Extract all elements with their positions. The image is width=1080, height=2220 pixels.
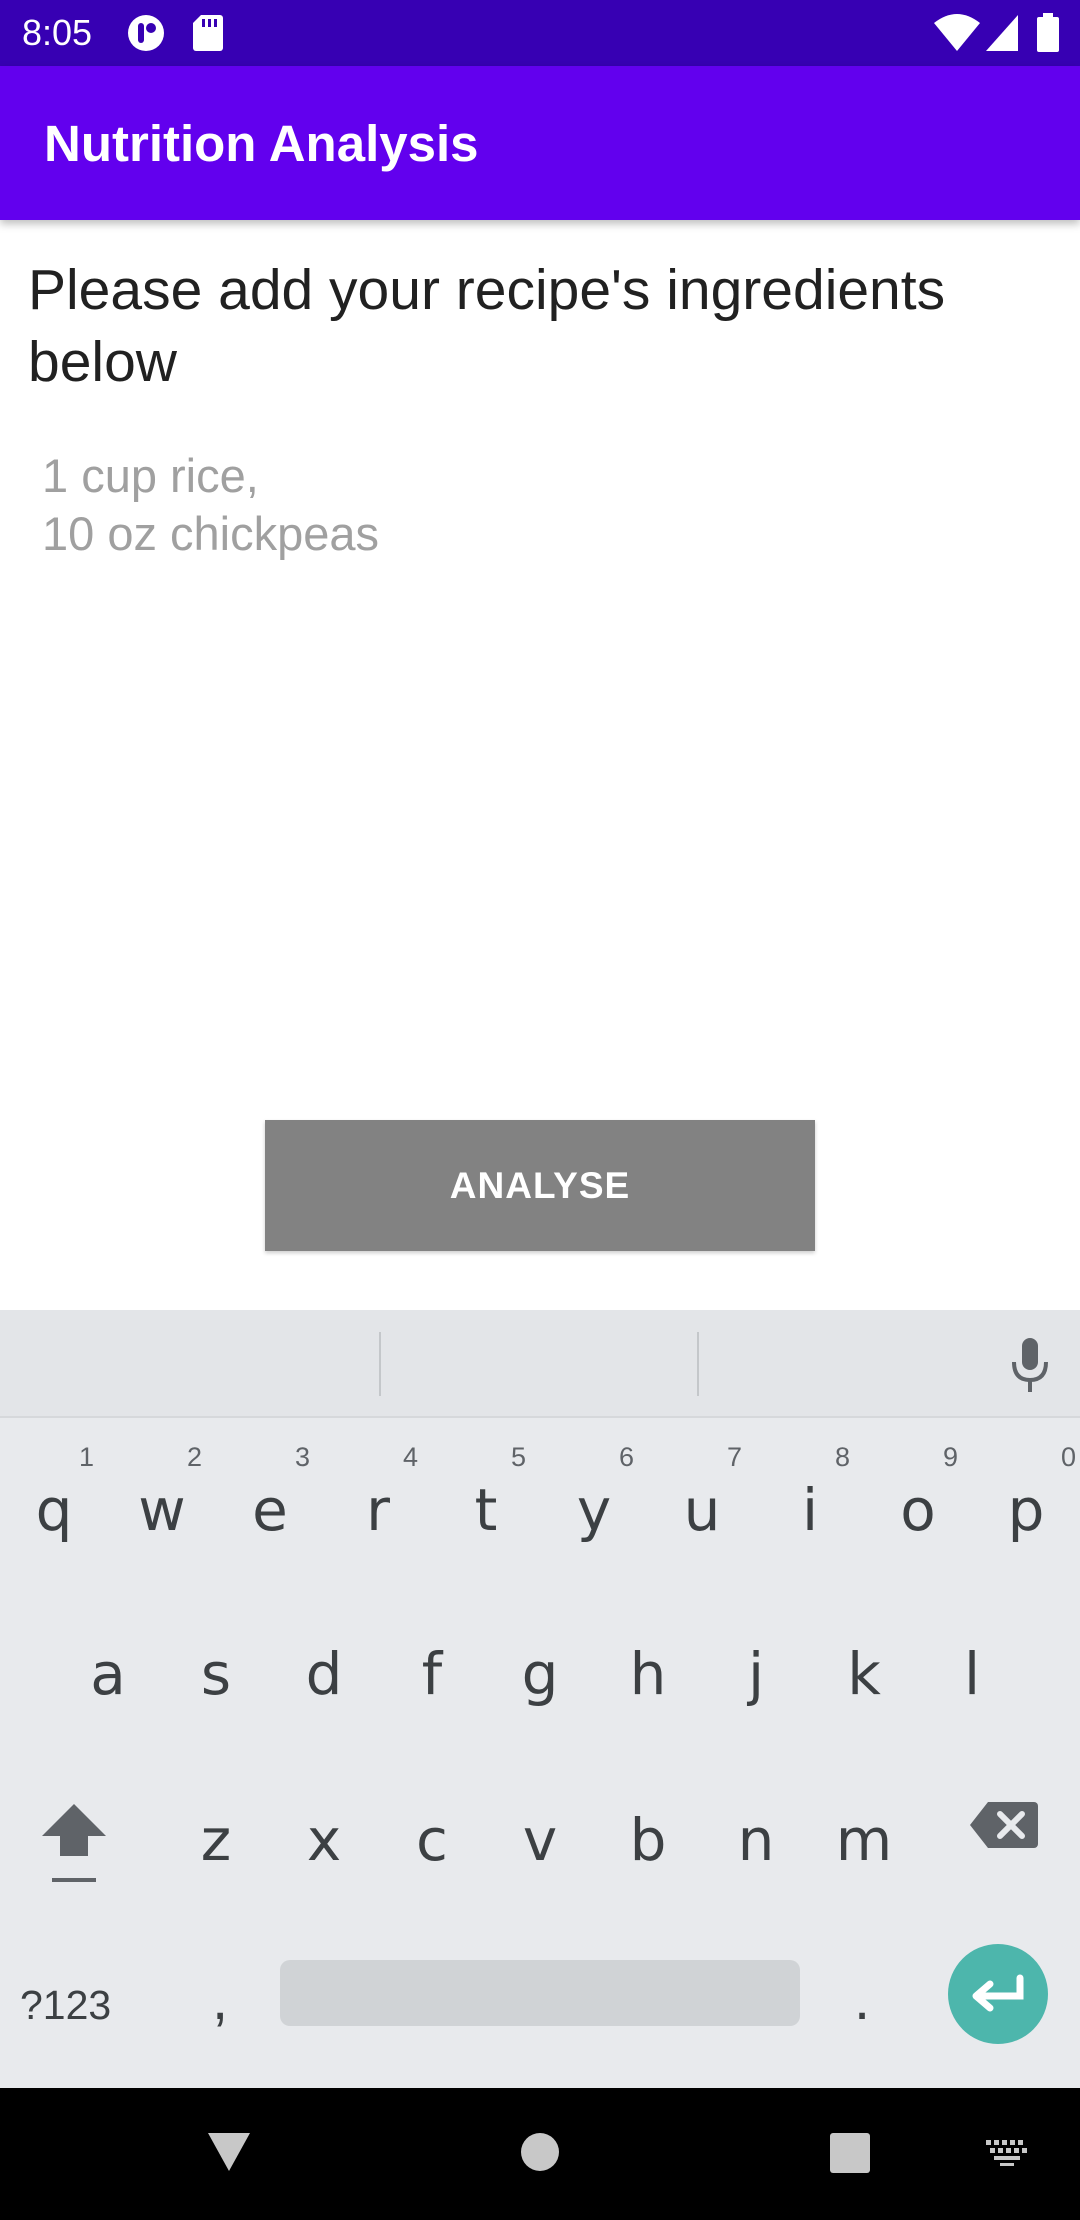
key-label: e	[252, 1476, 288, 1544]
key-label: o	[900, 1476, 936, 1544]
key-label: g	[521, 1640, 559, 1708]
key-label: z	[200, 1806, 232, 1874]
key-label: q	[35, 1476, 73, 1544]
key-p[interactable]: 0 p	[972, 1440, 1080, 1580]
key-label: i	[801, 1476, 819, 1544]
key-label: l	[963, 1640, 981, 1708]
key-label: s	[200, 1640, 232, 1708]
key-label: r	[366, 1476, 390, 1544]
wifi-icon	[934, 14, 980, 51]
key-o[interactable]: 9 o	[864, 1440, 972, 1580]
notification-app-icon	[128, 15, 164, 51]
recents-icon[interactable]	[829, 2132, 871, 2174]
suggestion-divider	[379, 1332, 381, 1396]
key-label: b	[629, 1806, 667, 1874]
key-label: a	[90, 1640, 126, 1708]
key-label: v	[522, 1806, 558, 1874]
key-g[interactable]: g	[486, 1604, 594, 1744]
key-q[interactable]: 1 q	[0, 1440, 108, 1580]
key-hint: 4	[402, 1442, 418, 1472]
key-a[interactable]: a	[54, 1604, 162, 1744]
navigation-bar	[0, 2088, 1080, 2220]
key-hint: 0	[1060, 1442, 1076, 1472]
shift-icon[interactable]	[38, 1800, 110, 1890]
app-bar: Nutrition Analysis	[0, 66, 1080, 220]
keyboard-switch-icon[interactable]	[984, 2138, 1030, 2168]
key-label: d	[305, 1640, 343, 1708]
soft-keyboard: 1 q 2 w 3 e 4 r 5 t 6 y 7 u 8 i 9 o 0 p …	[0, 1310, 1080, 2088]
symbols-key[interactable]: ?123	[20, 1960, 140, 2050]
key-x[interactable]: x	[270, 1770, 378, 1910]
battery-icon	[1037, 13, 1059, 52]
key-r[interactable]: 4 r	[324, 1440, 432, 1580]
key-hint: 6	[618, 1442, 634, 1472]
status-time: 8:05	[22, 12, 93, 53]
key-h[interactable]: h	[594, 1604, 702, 1744]
key-b[interactable]: b	[594, 1770, 702, 1910]
key-label: x	[306, 1806, 342, 1874]
key-label: u	[683, 1476, 721, 1544]
key-u[interactable]: 7 u	[648, 1440, 756, 1580]
sd-card-icon	[193, 15, 223, 51]
key-w[interactable]: 2 w	[108, 1440, 216, 1580]
key-label: w	[138, 1476, 186, 1544]
home-icon[interactable]	[520, 2132, 560, 2172]
key-label: p	[1007, 1476, 1045, 1544]
key-d[interactable]: d	[270, 1604, 378, 1744]
key-hint: 7	[726, 1442, 742, 1472]
key-l[interactable]: l	[918, 1604, 1026, 1744]
key-z[interactable]: z	[162, 1770, 270, 1910]
key-j[interactable]: j	[702, 1604, 810, 1744]
analyse-button[interactable]: ANALYSE	[265, 1120, 815, 1251]
key-c[interactable]: c	[378, 1770, 486, 1910]
key-hint: 9	[942, 1442, 958, 1472]
space-bar[interactable]	[280, 1960, 800, 2026]
key-hint: 1	[78, 1442, 94, 1472]
key-label: n	[737, 1806, 775, 1874]
app-title: Nutrition Analysis	[44, 115, 479, 172]
key-y[interactable]: 6 y	[540, 1440, 648, 1580]
key-label: y	[576, 1476, 612, 1544]
key-k[interactable]: k	[810, 1604, 918, 1744]
enter-icon	[972, 1974, 1024, 2012]
key-hint: 8	[834, 1442, 850, 1472]
key-v[interactable]: v	[486, 1770, 594, 1910]
key-n[interactable]: n	[702, 1770, 810, 1910]
cell-signal-icon	[986, 15, 1018, 51]
key-label: m	[835, 1806, 893, 1874]
key-s[interactable]: s	[162, 1604, 270, 1744]
key-e[interactable]: 3 e	[216, 1440, 324, 1580]
backspace-icon[interactable]	[968, 1800, 1040, 1850]
key-m[interactable]: m	[810, 1770, 918, 1910]
suggestion-strip	[0, 1310, 1080, 1418]
key-f[interactable]: f	[378, 1604, 486, 1744]
key-hint: 3	[294, 1442, 310, 1472]
suggestion-divider	[697, 1332, 699, 1396]
key-hint: 5	[510, 1442, 526, 1472]
enter-key[interactable]	[948, 1944, 1048, 2044]
key-label: t	[474, 1476, 498, 1544]
key-i[interactable]: 8 i	[756, 1440, 864, 1580]
key-label: j	[747, 1640, 765, 1708]
instruction-text: Please add your recipe's ingredients bel…	[28, 258, 946, 394]
key-label: f	[421, 1640, 443, 1708]
ingredients-input[interactable]	[42, 447, 1032, 947]
key-hint: 2	[186, 1442, 202, 1472]
status-bar: 8:05	[0, 0, 1080, 66]
comma-key[interactable]: ,	[180, 1960, 260, 2050]
mic-icon[interactable]	[1010, 1338, 1050, 1394]
period-key[interactable]: .	[822, 1960, 902, 2050]
key-label: k	[847, 1640, 881, 1708]
key-label: h	[629, 1640, 667, 1708]
key-label: c	[416, 1806, 448, 1874]
key-t[interactable]: 5 t	[432, 1440, 540, 1580]
back-icon[interactable]	[206, 2131, 252, 2173]
